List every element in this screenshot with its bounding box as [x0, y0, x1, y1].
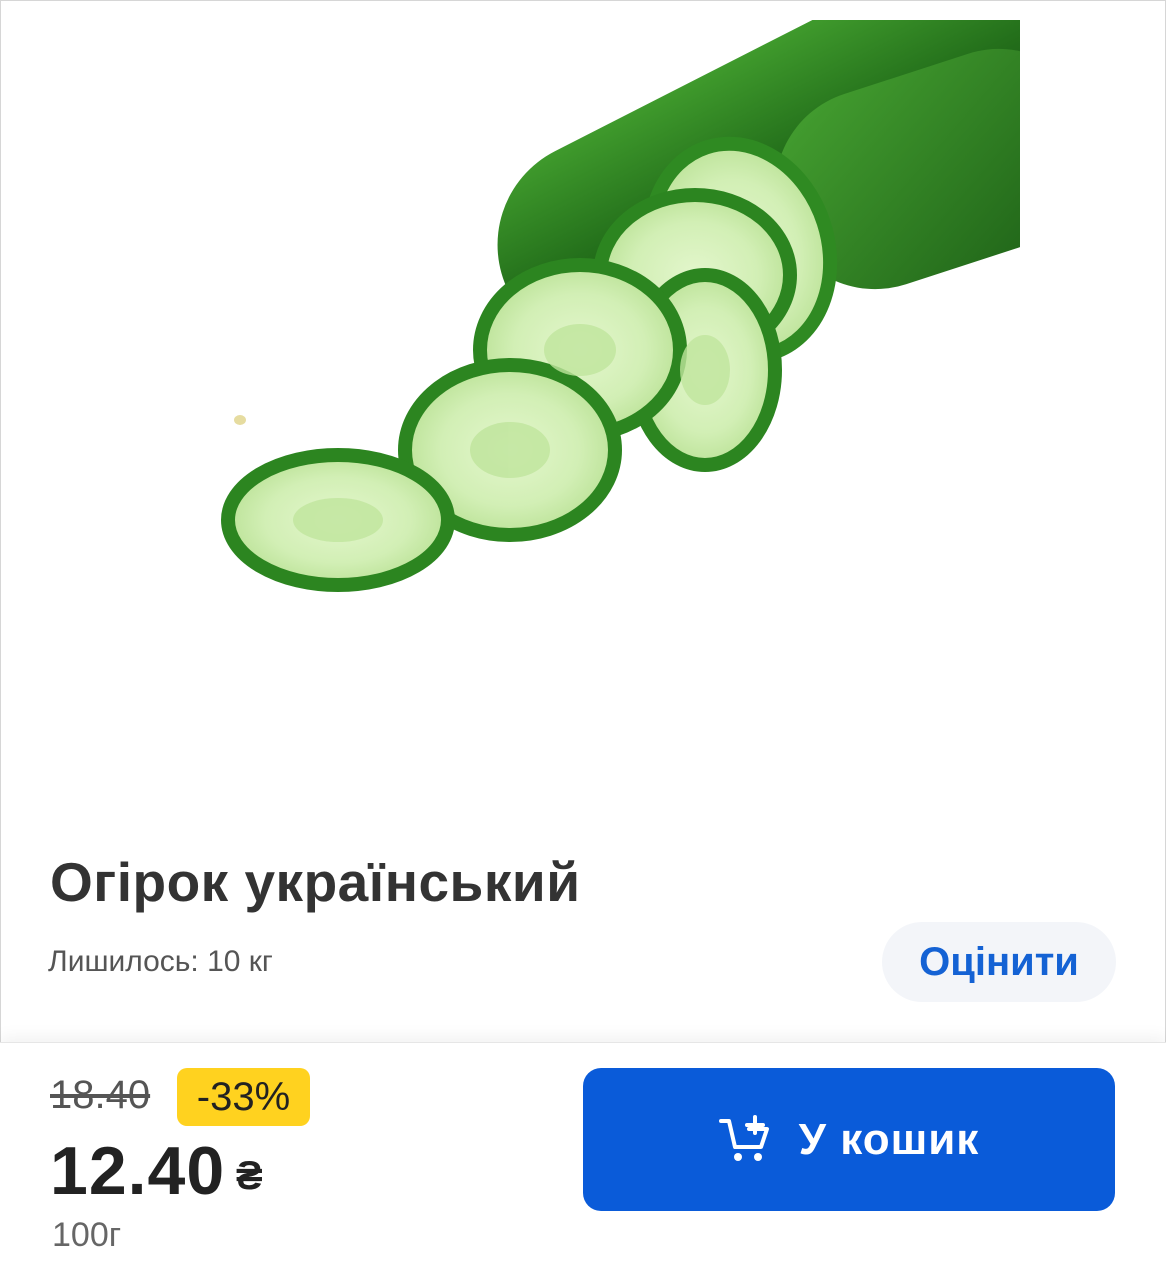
- rate-button[interactable]: Оцінити: [882, 922, 1116, 1002]
- add-to-cart-icon: [718, 1114, 769, 1161]
- add-to-cart-button[interactable]: У кошик: [583, 1068, 1115, 1211]
- add-to-cart-label: У кошик: [798, 1114, 980, 1164]
- price-unit: 100г: [52, 1216, 122, 1254]
- old-price: 18.40: [50, 1073, 151, 1117]
- current-price: 12.40: [50, 1133, 226, 1209]
- currency-symbol: ₴: [236, 1154, 263, 1198]
- product-image: [221, 20, 1020, 592]
- product-title: Огірок український: [50, 851, 581, 913]
- stock-remaining: Лишилось: 10 кг: [48, 945, 273, 978]
- discount-badge: -33%: [177, 1068, 310, 1126]
